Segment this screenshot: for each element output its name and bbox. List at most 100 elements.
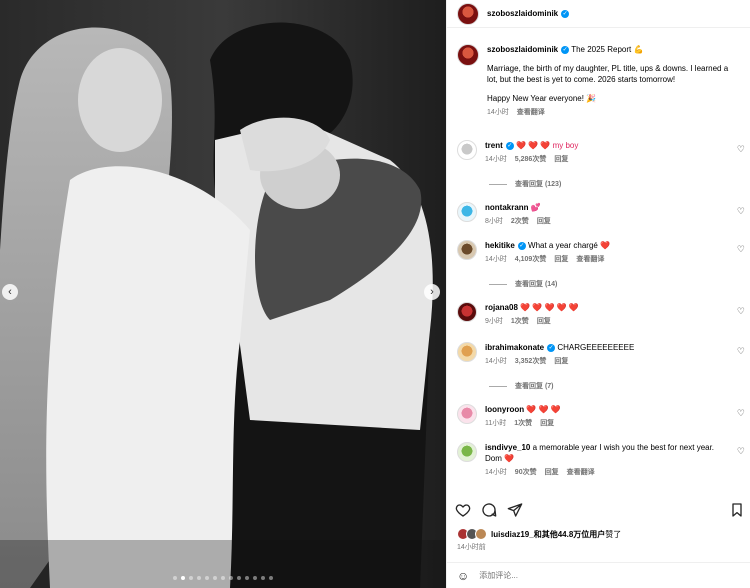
post-header: szoboszlaidominik ✓ [447,0,750,28]
view-replies[interactable]: 查看回复 (7) [489,381,554,391]
photo-illustration [0,0,446,588]
commenter-avatar[interactable] [457,202,477,222]
carousel-dot[interactable] [189,576,193,580]
post-photo[interactable]: ‹ › [0,0,446,588]
post-timestamp: 14小时前 [457,544,486,551]
reply-button[interactable]: 回复 [554,254,568,265]
like-comment-heart-icon[interactable]: ♡ [737,244,745,255]
comment-likes[interactable]: 1次赞 [514,418,532,429]
view-replies-label[interactable]: 查看回复 (7) [515,381,554,391]
comment-text: ❤️ ❤️ ❤️ [526,405,561,414]
comment-text: CHARGEEEEEEEEE [557,343,635,352]
comment-time: 14小时 [485,156,507,163]
carousel-dot[interactable] [213,576,217,580]
carousel-dot[interactable] [269,576,273,580]
reply-button[interactable]: 回复 [554,154,568,165]
like-comment-heart-icon[interactable]: ♡ [737,144,745,155]
liker-avatars [457,528,487,540]
like-comment-heart-icon[interactable]: ♡ [737,206,745,217]
caption-author[interactable]: szoboszlaidominik [487,45,558,54]
comment-text: What a year chargé ❤️ [528,241,611,250]
verified-icon: ✓ [561,45,570,54]
liker-avatar [475,528,487,540]
carousel-dot[interactable] [245,576,249,580]
like-comment-heart-icon[interactable]: ♡ [737,306,745,317]
comment-item: rojana08 ❤️ ❤️ ❤️ ❤️ ❤️ 9小时 1次赞 回复 ♡ [457,302,750,327]
carousel-dot[interactable] [237,576,241,580]
view-replies[interactable]: 查看回复 (123) [489,179,561,189]
comment-time: 8小时 [485,218,503,225]
comment-likes[interactable]: 90次赞 [515,467,537,478]
comment-text: 💕 [530,203,541,212]
liker-username[interactable]: luisdiaz19 [491,530,529,539]
reply-button[interactable]: 回复 [554,356,568,367]
previous-photo-button[interactable]: ‹ [2,284,18,300]
reply-button[interactable]: 回复 [537,316,551,327]
carousel-dot[interactable] [261,576,265,580]
author-avatar[interactable] [457,44,479,66]
author-username[interactable]: szoboszlaidominik [487,9,558,18]
like-comment-heart-icon[interactable]: ♡ [737,346,745,357]
comments-list[interactable]: szoboszlaidominik ✓ The 2025 Report 💪 Mar… [447,40,750,492]
replies-divider [489,385,507,387]
like-comment-heart-icon[interactable]: ♡ [737,408,745,419]
comment-item: hekitike ✓ What a year chargé ❤️ 14小时 4,10… [457,240,750,265]
like-heart-icon[interactable] [455,502,471,518]
comment-likes[interactable]: 5,286次赞 [515,154,547,165]
author-avatar[interactable] [457,2,479,25]
carousel-dot[interactable] [197,576,201,580]
comment-username[interactable]: rojana08 [485,303,518,312]
carousel-dot[interactable] [253,576,257,580]
comment-likes[interactable]: 3,352次赞 [515,356,547,367]
carousel-dot-active[interactable] [181,576,185,580]
reply-button[interactable]: 回复 [545,467,559,478]
emoji-icon[interactable]: ☺ [457,569,469,583]
comment-username[interactable]: loonyroon [485,405,524,414]
commenter-avatar[interactable] [457,404,477,424]
comment-username[interactable]: ibrahimakonate [485,343,544,352]
like-comment-heart-icon[interactable]: ♡ [737,446,745,457]
reply-button[interactable]: 回复 [537,216,551,227]
view-replies-label[interactable]: 查看回复 (14) [515,279,557,289]
replies-divider [489,183,507,185]
commenter-avatar[interactable] [457,240,477,260]
comment-username[interactable]: hekitike [485,241,515,250]
see-translation-link[interactable]: 查看翻译 [567,467,595,478]
comment-username[interactable]: nontakrann [485,203,529,212]
comment-username[interactable]: trent [485,141,503,150]
carousel-dot[interactable] [205,576,209,580]
comment-username[interactable]: isndivye_10 [485,443,530,452]
verified-icon: ✓ [505,141,514,150]
see-translation-link[interactable]: 查看翻译 [517,107,545,118]
view-replies[interactable]: 查看回复 (14) [489,279,557,289]
carousel-dot[interactable] [173,576,177,580]
carousel-dot[interactable] [229,576,233,580]
commenter-avatar[interactable] [457,302,477,322]
comment-bubble-icon[interactable] [481,502,497,518]
commenter-avatar[interactable] [457,442,477,462]
comment-input[interactable]: 添加评论... [479,570,518,581]
see-translation-link[interactable]: 查看翻译 [576,254,604,265]
verified-icon: ✓ [561,9,570,18]
reply-button[interactable]: 回复 [540,418,554,429]
post-viewer: ‹ › szoboszlaidominik ✓ szoboszlaidomini… [0,0,750,588]
bookmark-icon[interactable] [729,502,745,518]
add-comment-bar[interactable]: ☺ 添加评论... [447,562,750,588]
comment-likes[interactable]: 2次赞 [511,216,529,227]
comment-likes[interactable]: 1次赞 [511,316,529,327]
commenter-avatar[interactable] [457,140,477,160]
commenter-avatar[interactable] [457,342,477,362]
comment-item: ibrahimakonate ✓ CHARGEEEEEEEEE 14小时 3,352… [457,342,750,367]
caption-text: Marriage, the birth of my daughter, PL t… [487,64,729,84]
share-send-icon[interactable] [507,502,523,518]
next-photo-button[interactable]: › [424,284,440,300]
likes-summary[interactable]: luisdiaz19 _和其他44.8万位用户 赞了 [457,528,621,540]
comment-time: 11小时 [485,420,507,427]
comment-text: ❤️ ❤️ ❤️ my boy [516,141,579,150]
comment-likes[interactable]: 4,109次赞 [515,254,547,265]
caption-time: 14小时 [487,109,509,116]
view-replies-label[interactable]: 查看回复 (123) [515,179,561,189]
verified-icon: ✓ [517,241,526,250]
carousel-dot[interactable] [221,576,225,580]
likes-count-text[interactable]: _和其他44.8万位用户 [529,529,605,540]
